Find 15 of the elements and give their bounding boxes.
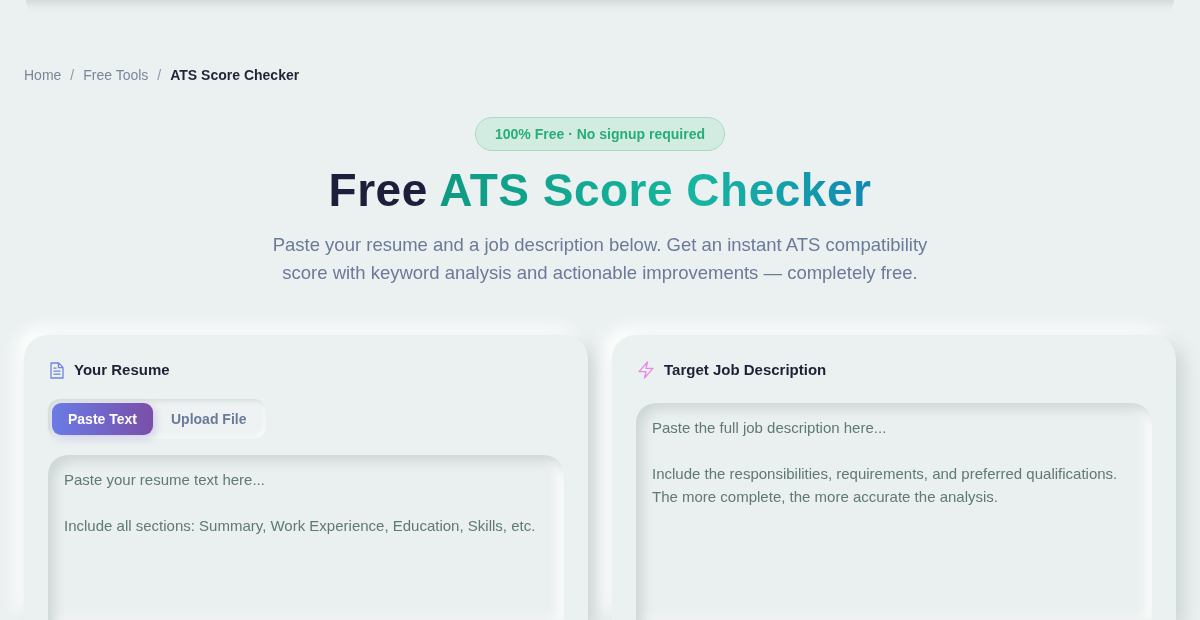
breadcrumb-separator: /	[157, 66, 162, 85]
lightning-icon	[638, 361, 654, 379]
panel-title: Target Job Description	[664, 360, 827, 380]
breadcrumb-separator: /	[70, 66, 75, 85]
breadcrumb-current: ATS Score Checker	[170, 66, 300, 85]
mode-tab[interactable]: Upload File	[155, 403, 263, 435]
breadcrumb-link[interactable]: Home	[24, 65, 62, 85]
job-description-text-field[interactable]: Paste the full job description here... Include the responsibilities, requirements, and preferred qualifications. The more complete, the more accurate the analysis.	[636, 403, 1152, 620]
page-subtitle: Paste your resume and a job description below. Get an instant ATS compatibility score with keyword analysis and actionable improvements — completely free.	[271, 233, 929, 285]
resume-text-field[interactable]: Paste your resume text here... Include all sections: Summary, Work Experience, Education, Skills, etc.	[48, 455, 564, 620]
panel-title: Your Resume	[74, 360, 170, 380]
breadcrumb-link[interactable]: Free Tools	[83, 65, 149, 85]
free-badge: 100% Free · No signup required	[474, 117, 726, 151]
document-icon	[50, 361, 64, 379]
mode-tab[interactable]: Paste Text	[52, 403, 153, 435]
